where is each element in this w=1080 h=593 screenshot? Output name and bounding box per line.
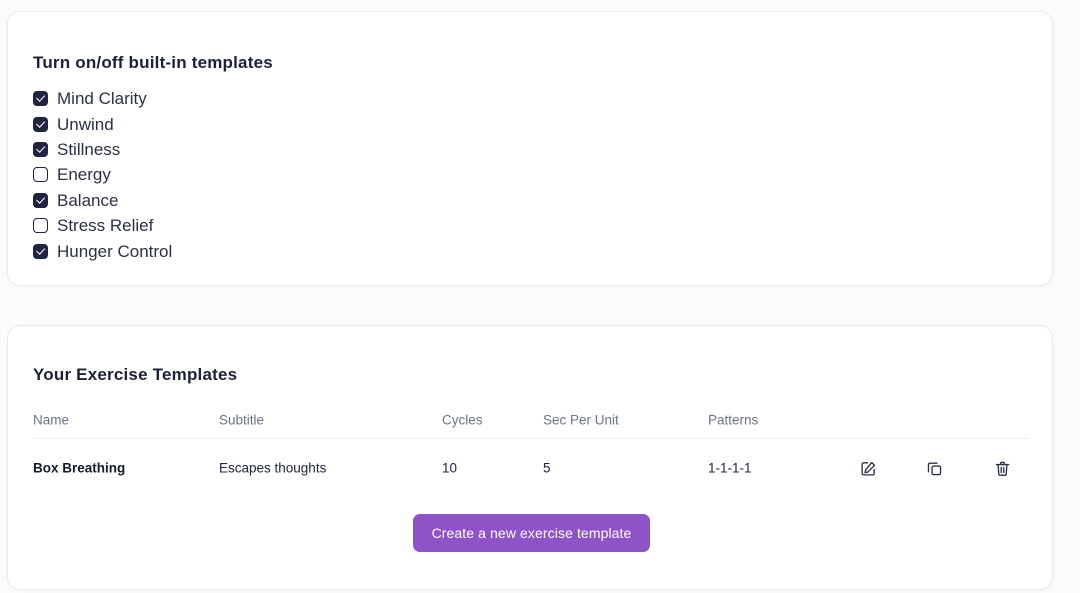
cell-sec-per-unit: 5 [543, 460, 551, 476]
table-row: Box Breathing Escapes thoughts 10 5 1-1-… [33, 438, 1029, 498]
builtin-templates-title: Turn on/off built-in templates [33, 53, 273, 73]
checkbox-balance[interactable] [33, 192, 48, 208]
checkbox-unwind[interactable] [33, 116, 48, 132]
checkbox-energy[interactable] [33, 167, 48, 183]
template-label-stress-relief: Stress Relief [57, 216, 154, 236]
checkbox-mind-clarity[interactable] [33, 91, 48, 107]
template-toggle-stress-relief[interactable]: Stress Relief [33, 213, 172, 238]
row-actions [833, 457, 1029, 479]
template-toggle-energy[interactable]: Energy [33, 162, 172, 187]
template-toggle-balance[interactable]: Balance [33, 188, 172, 213]
exercise-templates-card: Your Exercise Templates Name Subtitle Cy… [7, 325, 1053, 590]
duplicate-template-button[interactable] [923, 457, 945, 479]
edit-template-button[interactable] [857, 457, 879, 479]
copy-icon [927, 462, 941, 475]
checkbox-stress-relief[interactable] [33, 218, 48, 234]
template-toggle-hunger-control[interactable]: Hunger Control [33, 238, 172, 263]
checkbox-stillness[interactable] [33, 141, 48, 157]
edit-icon [860, 461, 875, 476]
template-toggle-unwind[interactable]: Unwind [33, 111, 172, 136]
exercise-templates-table: Name Subtitle Cycles Sec Per Unit Patter… [33, 402, 1029, 498]
exercise-templates-title: Your Exercise Templates [33, 365, 238, 385]
template-label-balance: Balance [57, 190, 119, 210]
template-label-unwind: Unwind [57, 114, 114, 134]
template-toggle-mind-clarity[interactable]: Mind Clarity [33, 86, 172, 111]
column-header-sec-per-unit: Sec Per Unit [543, 412, 619, 428]
table-header-row: Name Subtitle Cycles Sec Per Unit Patter… [33, 402, 1029, 439]
column-header-patterns: Patterns [708, 412, 759, 428]
template-label-stillness: Stillness [57, 139, 121, 159]
settings-page: Turn on/off built-in templates Mind Clar… [0, 0, 1080, 593]
checkbox-hunger-control[interactable] [33, 243, 48, 259]
column-header-cycles: Cycles [442, 412, 483, 428]
cell-subtitle: Escapes thoughts [219, 460, 327, 476]
builtin-templates-card: Turn on/off built-in templates Mind Clar… [7, 11, 1053, 286]
builtin-templates-list: Mind Clarity Unwind Stillness Energy Bal… [33, 86, 172, 264]
cell-name: Box Breathing [33, 460, 126, 476]
template-label-hunger-control: Hunger Control [57, 241, 173, 261]
template-label-mind-clarity: Mind Clarity [57, 89, 147, 109]
column-header-name: Name [33, 412, 70, 428]
trash-icon [995, 461, 1009, 476]
delete-template-button[interactable] [991, 457, 1013, 479]
template-label-energy: Energy [57, 165, 111, 185]
cell-cycles: 10 [442, 460, 458, 476]
column-header-subtitle: Subtitle [219, 412, 265, 428]
cell-patterns: 1-1-1-1 [708, 460, 752, 476]
create-exercise-template-button[interactable]: Create a new exercise template [413, 514, 650, 552]
template-toggle-stillness[interactable]: Stillness [33, 137, 172, 162]
